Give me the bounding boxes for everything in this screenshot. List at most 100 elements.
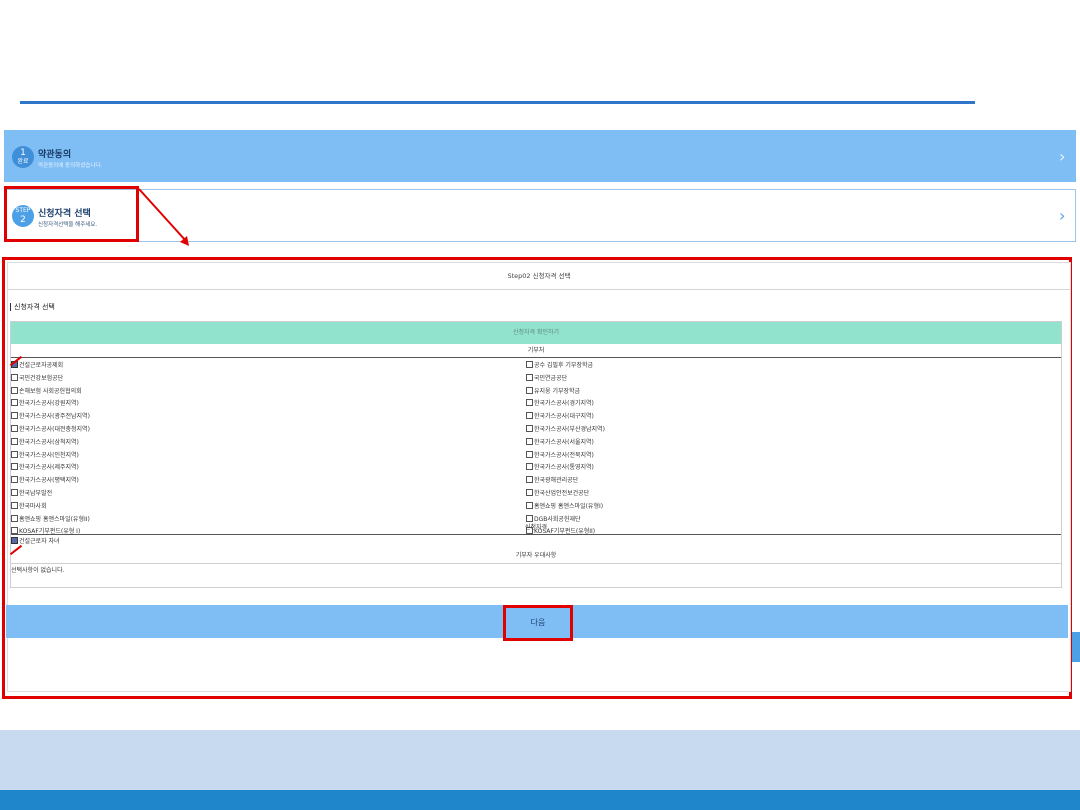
checkbox[interactable] xyxy=(11,399,18,407)
donor-item-label: 한국가스공사(평택지역) xyxy=(19,477,79,485)
donor-item-label: 한국남부발전 xyxy=(19,489,53,497)
donor-columns: 건설근로자공제회국민건강보험공단손해보험 사회공헌협의회한국가스공사(강원지역)… xyxy=(11,358,1061,538)
donor-item-label: 공수 김필후 기부장학금 xyxy=(534,362,594,369)
checkbox[interactable] xyxy=(11,386,18,394)
checkbox[interactable] xyxy=(526,373,533,381)
donor-list-left: 건설근로자공제회국민건강보험공단손해보험 사회공헌협의회한국가스공사(강원지역)… xyxy=(11,360,511,539)
checkbox[interactable] xyxy=(11,424,18,432)
checkbox[interactable] xyxy=(526,399,533,407)
checkbox[interactable] xyxy=(526,476,533,484)
qualification-label: 신청자격 xyxy=(11,522,1061,535)
donor-item-label: 한국광해관리공단 xyxy=(534,477,579,485)
section-label: 신청자격 선택 xyxy=(10,303,55,311)
footer-band xyxy=(0,730,1080,790)
donor-item-label: 한국가스공사(제주지역) xyxy=(19,464,79,472)
donor-item[interactable]: 한국가스공사(통영지역) xyxy=(526,462,1026,475)
checkbox[interactable] xyxy=(11,463,18,471)
qualification-item[interactable]: 건설근로자 자녀 xyxy=(11,536,1061,548)
donor-item[interactable]: 한국가스공사(경기지역) xyxy=(526,398,1026,411)
grid-header: 신청자격 확인하기 xyxy=(11,322,1061,344)
donor-item[interactable]: 한국가스공사(인천지역) xyxy=(11,450,511,463)
checkbox[interactable] xyxy=(526,463,533,471)
donor-item[interactable]: 한국가스공사(대구지역) xyxy=(526,411,1026,424)
qualification-item-label: 건설근로자 자녀 xyxy=(19,538,60,545)
donor-item-label: 한국가스공사(서울지역) xyxy=(534,438,594,446)
footer-bar xyxy=(0,790,1080,810)
checkbox[interactable] xyxy=(526,514,533,522)
donor-list-right: 공수 김필후 기부장학금국민연금공단유지웅 기부장학금한국가스공사(경기지역) 한… xyxy=(526,360,1026,539)
donor-item-label: 한국가스공사(부산경남지역) xyxy=(534,425,605,433)
donor-item[interactable]: 손해보험 사회공헌협의회 xyxy=(11,386,511,399)
checkbox[interactable] xyxy=(526,424,533,432)
donor-item[interactable]: 공수 김필후 기부장학금 xyxy=(526,360,1026,373)
next-button[interactable]: 다음 xyxy=(503,605,573,641)
checkbox[interactable] xyxy=(11,476,18,484)
donor-item[interactable]: 한국가스공사(평택지역) xyxy=(11,475,511,488)
donor-item[interactable]: 한국가스공사(대전충청지역) xyxy=(11,424,511,437)
donor-item-label: 한국가스공사(인천지역) xyxy=(19,451,79,459)
donor-item[interactable]: 국민연금공단 xyxy=(526,373,1026,386)
checkbox[interactable] xyxy=(11,488,18,496)
donor-item-label: 한국가스공사(강원지역) xyxy=(19,400,79,408)
donor-item-label: 한국가스공사(삼척지역) xyxy=(19,438,79,446)
qualification-grid: 신청자격 확인하기 기부처 건설근로자공제회국민건강보험공단손해보험 사회공헌협… xyxy=(10,321,1062,588)
donor-item-label: 한국가스공사(광주전남지역) xyxy=(19,413,90,421)
step-1-title: 약관동의 xyxy=(38,150,72,160)
donor-item[interactable]: 한국가스공사(삼척지역) xyxy=(11,437,511,450)
chevron-right-icon[interactable]: › xyxy=(1059,208,1069,224)
donor-item[interactable]: 한국가스공사(서울지역) xyxy=(526,437,1026,450)
donor-item[interactable]: 한국가스공사(부산경남지역) xyxy=(526,424,1026,437)
priority-empty-text: 선택사항이 없습니다. xyxy=(11,567,65,574)
checkbox[interactable] xyxy=(11,537,18,544)
checkbox[interactable] xyxy=(11,373,18,381)
donor-item[interactable]: 홈앤쇼핑 홈앤스마일(유형I) xyxy=(526,501,1026,514)
arrow-annotation xyxy=(138,188,189,246)
checkbox[interactable] xyxy=(526,450,533,458)
donor-item-label: 건설근로자공제회 xyxy=(19,362,64,369)
step-1-badge-number: 1 xyxy=(20,148,26,158)
step-1-subtitle: 약관동의에 동의하셨습니다. xyxy=(38,163,103,169)
donor-item[interactable]: 유지웅 기부장학금 xyxy=(526,386,1026,399)
checkbox[interactable] xyxy=(526,386,533,394)
donor-item[interactable]: 한국마사회 xyxy=(11,501,511,514)
step-1-badge-status: 완료 xyxy=(17,158,29,165)
checkbox[interactable] xyxy=(526,501,533,509)
donor-item-label: 홈앤쇼핑 홈앤스마일(유형I) xyxy=(534,502,604,510)
donor-item-label: 한국가스공사(경기지역) xyxy=(534,400,594,408)
checkbox[interactable] xyxy=(11,514,18,522)
grid-subheader-donor: 기부처 xyxy=(11,344,1061,358)
checkbox[interactable] xyxy=(526,437,533,445)
priority-label: 기부자 우대사항 xyxy=(11,549,1061,564)
step-1-terms-agreement[interactable]: 1 완료 약관동의 약관동의에 동의하셨습니다. › xyxy=(4,130,1076,182)
checkbox[interactable] xyxy=(11,450,18,458)
checkbox[interactable] xyxy=(11,437,18,445)
donor-item[interactable]: 한국가스공사(전북지역) xyxy=(526,450,1026,463)
chevron-right-icon[interactable]: › xyxy=(1059,149,1069,165)
donor-item-label: 한국가스공사(통영지역) xyxy=(534,464,594,472)
side-tab[interactable] xyxy=(1072,632,1080,662)
checkbox[interactable] xyxy=(526,488,533,496)
donor-item-label: 국민연금공단 xyxy=(534,374,568,382)
top-divider xyxy=(20,101,975,104)
checkbox[interactable] xyxy=(526,412,533,420)
donor-item[interactable]: 국민건강보험공단 xyxy=(11,373,511,386)
donor-item[interactable]: 한국광해관리공단 xyxy=(526,475,1026,488)
qualification-panel: Step02 신청자격 선택 신청자격 선택 신청자격 확인하기 기부처 건설근… xyxy=(6,262,1071,692)
checkbox[interactable] xyxy=(11,412,18,420)
donor-item-label: 한국산업안전보건공단 xyxy=(534,489,590,497)
donor-item-label: 국민건강보험공단 xyxy=(19,374,64,382)
donor-item[interactable]: 건설근로자공제회 xyxy=(11,360,511,373)
donor-item[interactable]: 한국가스공사(광주전남지역) xyxy=(11,411,511,424)
donor-item[interactable]: 한국남부발전 xyxy=(11,488,511,501)
donor-item-label: 손해보험 사회공헌협의회 xyxy=(19,387,82,395)
donor-item-label: 유지웅 기부장학금 xyxy=(534,387,581,395)
donor-item-label: 한국가스공사(전북지역) xyxy=(534,451,594,459)
donor-item[interactable]: 한국산업안전보건공단 xyxy=(526,488,1026,501)
donor-item-label: 한국마사회 xyxy=(19,502,47,510)
checkbox[interactable] xyxy=(526,361,533,368)
checkbox[interactable] xyxy=(11,501,18,509)
donor-item-label: 한국가스공사(대구지역) xyxy=(534,413,594,421)
donor-item[interactable]: 한국가스공사(제주지역) xyxy=(11,462,511,475)
donor-item[interactable]: 한국가스공사(강원지역) xyxy=(11,398,511,411)
panel-title: Step02 신청자격 선택 xyxy=(8,263,1070,290)
